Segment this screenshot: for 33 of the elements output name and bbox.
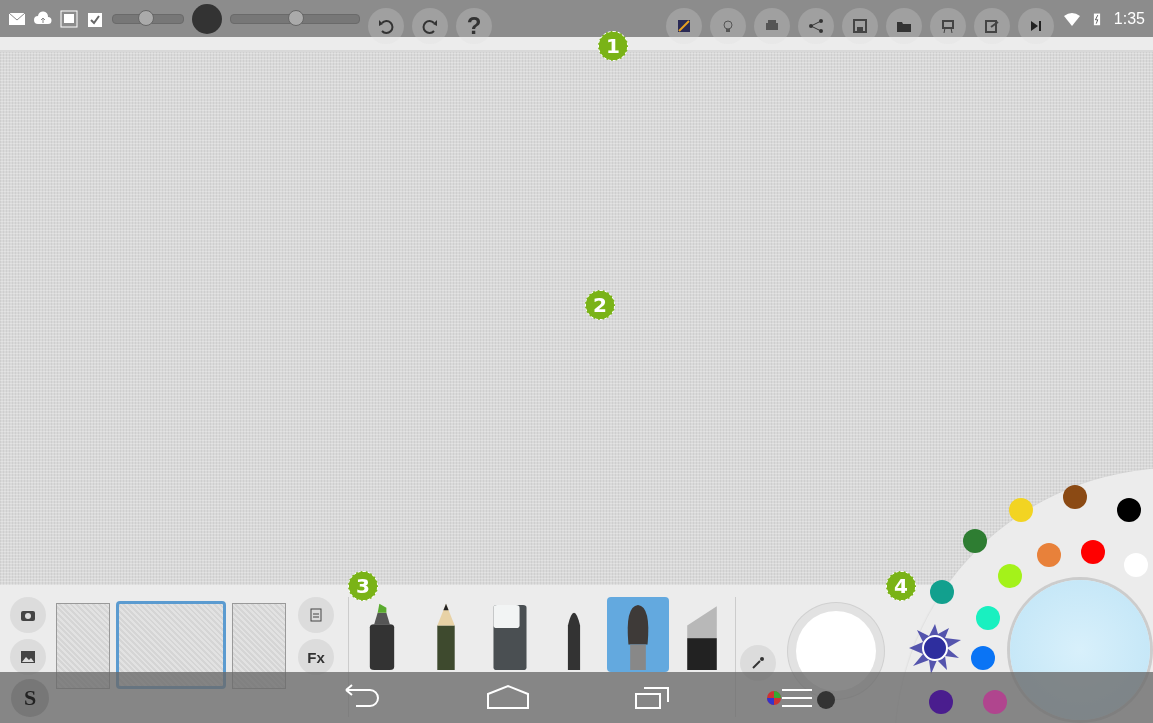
gallery-button[interactable] (10, 639, 46, 675)
undo-button[interactable] (368, 7, 404, 44)
export-button[interactable] (973, 7, 1010, 44)
slider-thumb[interactable] (138, 9, 155, 26)
brush-preview-icon (192, 3, 222, 34)
camera-icon (20, 608, 36, 622)
help-button[interactable]: ? (456, 7, 492, 44)
camera-button[interactable] (10, 597, 46, 633)
easel-button[interactable] (929, 7, 966, 44)
share-button[interactable] (797, 7, 834, 44)
opacity-slider[interactable] (230, 13, 360, 24)
home-icon (486, 684, 530, 710)
recent-apps-icon (634, 684, 670, 710)
redo-button[interactable] (412, 7, 448, 44)
slider-thumb[interactable] (288, 9, 304, 26)
share-icon (806, 16, 825, 35)
effects-button[interactable]: Fx (298, 639, 334, 675)
color-swatch-button[interactable] (665, 7, 702, 44)
play-pause-button[interactable] (1017, 7, 1054, 44)
folder-button[interactable] (885, 7, 922, 44)
document-button[interactable] (298, 597, 334, 633)
brush-tool[interactable] (607, 597, 669, 672)
save-button[interactable] (841, 7, 878, 44)
app-button[interactable]: S (11, 678, 49, 717)
document-icon (310, 608, 322, 622)
save-icon (850, 16, 869, 35)
print-button[interactable] (753, 7, 790, 44)
image-icon (20, 650, 36, 664)
image-icon (60, 9, 78, 28)
status-time: 1:35 (1113, 9, 1145, 28)
brush-size-slider[interactable] (112, 13, 184, 24)
lightbulb-button[interactable] (709, 7, 746, 44)
eyedropper-icon (751, 656, 765, 670)
